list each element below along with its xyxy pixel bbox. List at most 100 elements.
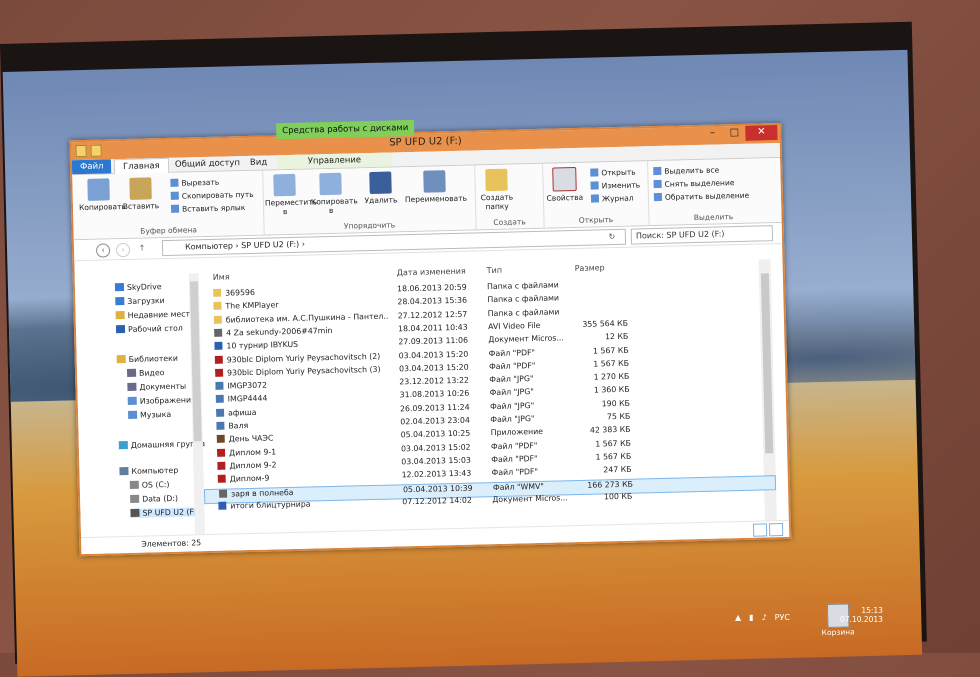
folder-icon — [213, 315, 222, 324]
search-input[interactable]: Поиск: SP UFD U2 (F:) — [630, 225, 774, 245]
new-group: Создать папку Создать — [474, 163, 545, 230]
tab-file[interactable]: Файл — [71, 159, 112, 175]
forward-button[interactable]: › — [115, 242, 131, 258]
nav-item[interactable]: SP UFD U2 (F:) — [130, 507, 200, 518]
nav-item[interactable]: Недавние места — [115, 309, 195, 320]
select-none-button[interactable]: Снять выделение — [653, 178, 734, 189]
tab-home[interactable]: Главная — [113, 157, 169, 175]
nav-item[interactable]: Видео — [126, 368, 165, 378]
pdf-icon — [216, 448, 226, 457]
nav-item[interactable]: Data (D:) — [130, 494, 178, 504]
file-size: 1 360 КБ — [593, 385, 630, 395]
nav-item-icon — [127, 396, 137, 405]
nav-item[interactable]: Библиотеки — [116, 354, 178, 364]
copy-button[interactable]: Копировать — [78, 178, 126, 212]
file-size: 42 383 КБ — [589, 425, 631, 435]
nav-item-label: Музыка — [140, 409, 172, 420]
move-to-button[interactable]: Переместить в — [264, 173, 317, 217]
nav-item[interactable]: Документы — [127, 382, 186, 392]
column-size[interactable]: Размер — [575, 263, 605, 278]
file-date: 28.04.2013 15:36 — [397, 295, 468, 307]
file-date: 05.04.2013 10:39 — [402, 483, 473, 494]
copy-to-icon — [319, 172, 342, 196]
folder-icon — [213, 288, 222, 297]
rename-button[interactable]: Переименовать — [404, 170, 467, 204]
tab-share[interactable]: Общий доступ — [167, 156, 248, 172]
select-all-icon — [653, 166, 662, 176]
file-type: Файл "JPG" — [490, 414, 535, 425]
open-group: Свойства Открыть Изменить Журнал Открыть — [542, 161, 650, 228]
nav-item-icon — [127, 382, 137, 391]
history-icon — [590, 194, 600, 203]
history-button[interactable]: Журнал — [590, 194, 634, 204]
clock[interactable]: 15:13 07.10.2013 — [840, 606, 883, 624]
organize-group: Переместить в Копировать в Удалить Переи… — [262, 165, 477, 235]
open-icon — [590, 168, 599, 177]
nav-item-label: Документы — [139, 381, 187, 392]
details-view-icon[interactable] — [752, 523, 768, 537]
file-type: Файл "PDF" — [490, 440, 538, 451]
nav-item[interactable]: Музыка — [128, 410, 171, 420]
copy-to-button[interactable]: Копировать в — [310, 172, 358, 215]
properties-button[interactable]: Свойства — [544, 166, 585, 203]
select-all-button[interactable]: Выделить все — [653, 165, 719, 176]
nav-item-icon — [119, 466, 129, 476]
file-date: 18.06.2013 20:59 — [396, 282, 467, 294]
close-button[interactable]: ✕ — [745, 125, 778, 141]
edit-button[interactable]: Изменить — [590, 180, 640, 190]
nav-item-label: SP UFD U2 (F:) — [142, 507, 200, 518]
file-date: 03.04.2013 15:03 — [401, 455, 472, 467]
network-icon[interactable]: ▮ — [749, 613, 753, 622]
file-type: Файл "JPG" — [489, 400, 535, 411]
cut-button[interactable]: Вырезать — [170, 178, 219, 188]
rename-icon — [423, 170, 446, 193]
paste-shortcut-button[interactable]: Вставить ярлык — [170, 203, 245, 214]
file-list: Имя Дата изменения Тип Размер 369596 18.0… — [199, 259, 777, 535]
new-folder-button[interactable]: Создать папку — [476, 168, 517, 211]
nav-item[interactable]: Изображения — [127, 395, 196, 406]
minimize-button[interactable]: – — [701, 126, 723, 142]
column-type[interactable]: Тип — [487, 266, 503, 280]
tab-view[interactable]: Вид — [242, 155, 276, 170]
volume-icon[interactable]: ♪ — [762, 613, 767, 622]
file-type: Файл "JPG" — [489, 374, 534, 385]
clock-time: 15:13 — [861, 606, 883, 615]
up-button[interactable]: ↑ — [136, 242, 148, 254]
video-icon — [218, 489, 228, 498]
maximize-button[interactable]: □ — [723, 126, 745, 142]
nav-item[interactable]: Компьютер — [119, 466, 178, 476]
open-button[interactable]: Открыть — [590, 168, 636, 178]
nav-item[interactable]: Загрузки — [115, 296, 165, 306]
nav-item[interactable]: SkyDrive — [114, 282, 162, 292]
file-date: 12.02.2013 13:43 — [401, 468, 472, 480]
file-date: 23.12.2012 13:22 — [399, 375, 470, 387]
file-size — [575, 292, 627, 293]
file-size: 12 КБ — [604, 331, 629, 342]
file-size — [575, 279, 627, 280]
delete-button[interactable]: Удалить — [360, 171, 401, 205]
edit-icon — [590, 181, 599, 190]
file-name: 369596 — [213, 285, 388, 298]
tab-manage[interactable]: Управление — [276, 152, 393, 170]
file-size: 1 567 КБ — [595, 451, 632, 462]
nav-item[interactable]: Рабочий стол — [115, 324, 183, 335]
move-icon — [273, 173, 296, 197]
pdf-icon — [214, 355, 223, 364]
view-buttons — [752, 523, 784, 537]
clock-date: 07.10.2013 — [840, 615, 883, 624]
file-date: 03.04.2013 15:20 — [398, 349, 469, 360]
tray-icon[interactable]: ▲ — [735, 613, 741, 622]
column-date[interactable]: Дата изменения — [397, 267, 466, 283]
column-name[interactable]: Имя — [213, 272, 230, 286]
file-size: 1 567 КБ — [595, 438, 632, 449]
back-button[interactable]: ‹ — [95, 243, 111, 258]
invert-selection-button[interactable]: Обратить выделение — [653, 191, 749, 202]
folder-icon — [213, 301, 222, 311]
nav-item[interactable]: OS (C:) — [129, 480, 170, 490]
paste-button[interactable]: Вставить — [120, 177, 161, 211]
large-icons-view-icon[interactable] — [768, 523, 784, 537]
language-indicator[interactable]: РУС — [775, 613, 790, 622]
copy-path-button[interactable]: Скопировать путь — [170, 190, 254, 201]
file-type: AVI Video File — [487, 320, 541, 332]
nav-item-icon — [115, 297, 125, 306]
